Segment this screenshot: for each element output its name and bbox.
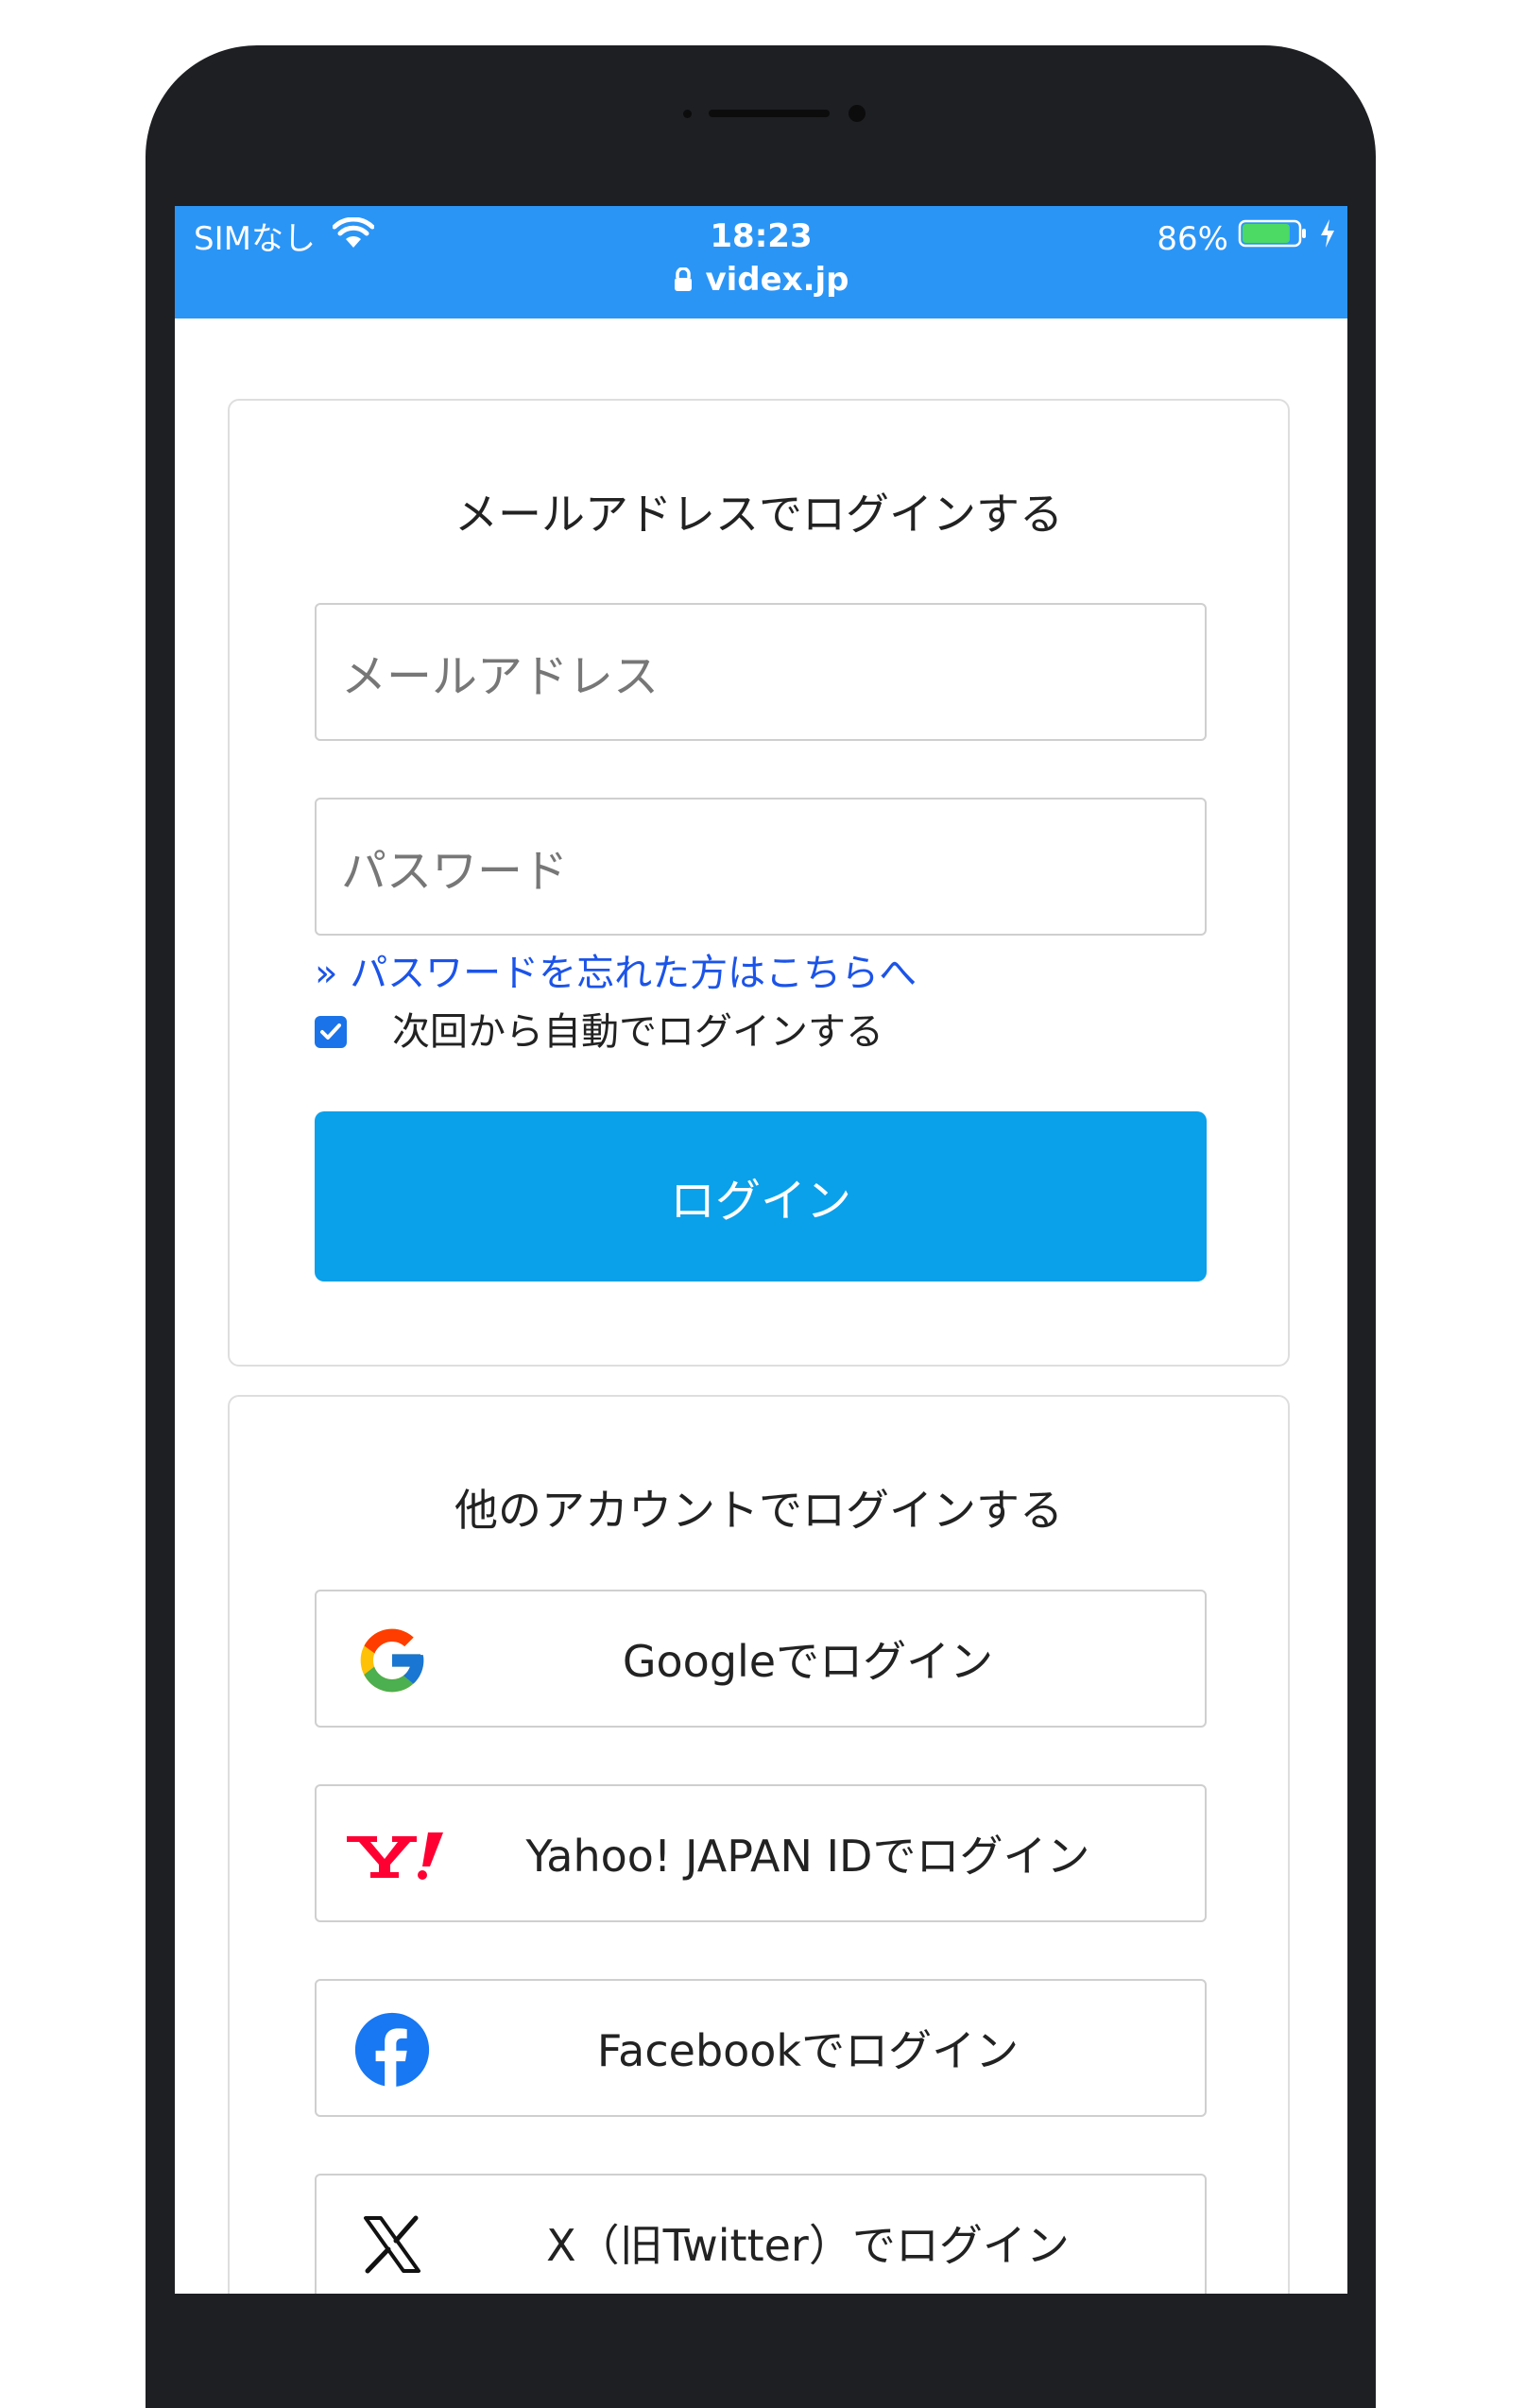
yahoo-login-label: Yahoo! JAPAN IDでログイン xyxy=(525,1831,1090,1882)
password-placeholder: パスワード xyxy=(341,845,569,898)
facebook-login-label: Facebookでログイン xyxy=(596,2025,1020,2076)
address-bar[interactable]: videx.jp xyxy=(175,259,1347,302)
url-text: videx.jp xyxy=(705,261,849,299)
email-login-card: メールアドレスでログインする メールアドレス パスワード » パスワードを忘れた… xyxy=(228,399,1290,1367)
email-input[interactable]: メールアドレス xyxy=(315,603,1207,741)
status-bar: SIMなし 18:23 videx.jp 86% xyxy=(175,206,1347,318)
charging-bolt-icon xyxy=(1319,217,1336,260)
social-login-card: 他のアカウントでログインする Googleでログイン Yahoo! JAPAN … xyxy=(228,1395,1290,2294)
battery-icon xyxy=(1238,217,1310,260)
front-camera xyxy=(849,105,866,122)
x-login-label: X（旧Twitter）でログイン xyxy=(546,2220,1070,2271)
remember-login-option[interactable]: 次回から自動でログインする xyxy=(315,1007,883,1057)
email-login-title: メールアドレスでログインする xyxy=(454,489,1063,540)
earpiece-speaker xyxy=(709,110,830,117)
forgot-password-link[interactable]: » パスワードを忘れた方はこちらへ xyxy=(315,949,917,998)
x-login-button[interactable]: X（旧Twitter）でログイン xyxy=(315,2174,1207,2294)
password-input[interactable]: パスワード xyxy=(315,798,1207,936)
battery-indicator: 86% xyxy=(1157,217,1336,260)
yahoo-japan-icon xyxy=(345,1817,449,1893)
facebook-login-button[interactable]: Facebookでログイン xyxy=(315,1979,1207,2117)
lock-icon xyxy=(673,261,694,302)
google-login-label: Googleでログイン xyxy=(622,1636,994,1687)
google-icon xyxy=(354,1623,430,1698)
social-login-title: 他のアカウントでログインする xyxy=(454,1485,1063,1536)
x-icon xyxy=(354,2207,430,2282)
google-login-button[interactable]: Googleでログイン xyxy=(315,1590,1207,1728)
phone-screen: SIMなし 18:23 videx.jp 86% メールアドレスでログインする … xyxy=(175,206,1347,2294)
remember-label: 次回から自動でログインする xyxy=(392,1010,883,1054)
sensor-dot xyxy=(683,110,692,118)
email-placeholder: メールアドレス xyxy=(341,650,660,703)
login-button[interactable]: ログイン xyxy=(315,1111,1207,1281)
yahoo-login-button[interactable]: Yahoo! JAPAN IDでログイン xyxy=(315,1784,1207,1922)
facebook-icon xyxy=(354,2012,430,2088)
battery-percent: 86% xyxy=(1157,219,1228,258)
remember-checkbox[interactable] xyxy=(315,1016,347,1048)
